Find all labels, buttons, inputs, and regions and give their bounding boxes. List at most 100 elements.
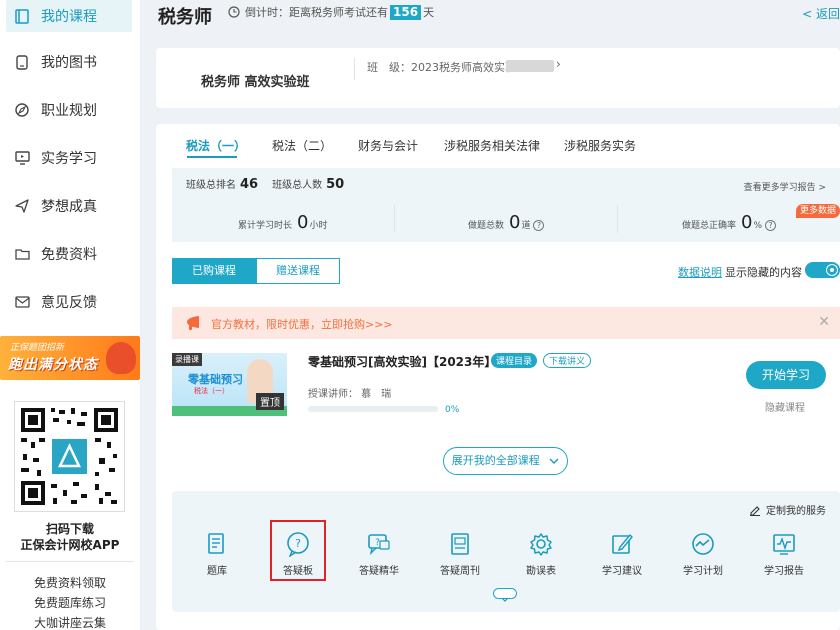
tab-tax-law-2[interactable]: 税法（二） [272,137,332,154]
expand-label: 展开我的全部课程 [451,454,540,467]
sidebar-item-label: 梦想成真 [41,199,97,215]
accuracy-value: 0 [741,212,753,233]
blurred-class-name [506,60,554,72]
sidebar-item-label: 意见反馈 [41,295,97,311]
sidebar-item-label: 实务学习 [41,151,97,167]
service-study-advice[interactable]: 学习建议 [587,531,657,577]
edit-icon [609,531,635,557]
class-selector[interactable]: 班 级：2023税务师高效实验 [367,59,516,75]
sidebar-item-my-books[interactable]: 我的图书 [6,46,132,78]
mail-icon [14,294,30,310]
tab-tax-law-1[interactable]: 税法（一） [186,137,246,154]
sidebar-item-career[interactable]: 职业规划 [6,94,132,126]
help-icon[interactable]: ? [765,220,777,231]
accuracy-label: 做题总正确率 [682,221,737,231]
free-materials-link[interactable]: 免费资料领取 [0,574,140,591]
active-tab-indicator [187,156,237,158]
tab-tax-practice[interactable]: 涉税服务实务 [564,137,636,154]
more-services-toggle[interactable] [493,588,517,602]
service-label: 答疑精华 [359,566,399,577]
customize-services-link[interactable]: 定制我的服务 [749,502,826,517]
countdown-suffix: 天 [423,6,435,19]
class-card: 税务师 高效实验班 班 级：2023税务师高效实验 › [156,48,840,108]
course-teacher: 授课讲师： 慕 瑞 [308,389,392,400]
course-title[interactable]: 零基础预习[高效实验]【2023年】 [308,353,496,370]
mascot-image [106,342,136,374]
sidebar-item-practice[interactable]: 实务学习 [6,142,132,174]
course-catalog-button[interactable]: 课程目录 [491,353,538,368]
svg-text:?: ? [375,538,380,548]
tab-finance-accounting[interactable]: 财务与会计 [358,137,418,154]
promo-line-1: 正保题团招新 [10,343,65,353]
chevron-down-icon [501,597,509,602]
rank-value: 46 [240,177,259,192]
report-icon [771,531,797,557]
accuracy-unit: % [753,221,763,231]
expert-lectures-link[interactable]: 大咖讲座云集 [0,614,140,630]
stats-panel: 班级总排名 46 班级总人数 50 查看更多学习报告 > 累计学习时长 0 小时… [172,168,840,242]
service-question-bank[interactable]: 题库 [182,531,252,577]
study-time-stat: 累计学习时长 0 小时 [238,212,327,233]
more-reports-link[interactable]: 查看更多学习报告 > [744,180,826,193]
service-label: 答疑周刊 [440,566,480,577]
questions-unit: 道 [521,221,531,231]
thumbnail-subtitle: 税法（一） [194,387,229,395]
chevron-right-icon[interactable]: › [556,57,561,71]
back-link[interactable]: < 返回 [802,5,840,22]
download-handout-button[interactable]: 下载讲义 [543,353,592,368]
sidebar-item-label: 免费资料 [41,247,97,263]
sidebar-item-feedback[interactable]: 意见反馈 [6,286,132,318]
service-label: 学习报告 [764,566,804,577]
sidebar-item-dream[interactable]: 梦想成真 [6,190,132,222]
question-bank-icon [204,531,230,557]
clock-icon [228,6,240,18]
start-learning-button[interactable]: 开始学习 [746,361,826,389]
pencil-icon [749,504,761,516]
gifted-courses-button[interactable]: 赠送课程 [256,258,340,284]
class-ranking: 班级总排名 46 班级总人数 50 [186,176,344,192]
questions-label: 做题总数 [468,221,505,231]
service-qa-essence[interactable]: ? 答疑精华 [344,531,414,577]
course-thumbnail[interactable]: 录播课 零基础预习 税法（一） 置顶 [172,353,287,416]
expand-all-courses-button[interactable]: 展开我的全部课程 [443,447,568,475]
megaphone-icon [184,314,202,335]
total-label: 班级总人数 [272,180,323,191]
sidebar-divider [6,561,134,562]
service-label: 学习计划 [683,566,723,577]
sidebar-item-free-materials[interactable]: 免费资料 [6,238,132,270]
pin-top-badge[interactable]: 置顶 [256,393,284,410]
hide-course-link[interactable]: 隐藏课程 [765,399,805,414]
free-question-bank-link[interactable]: 免费题库练习 [0,594,140,611]
promo-banner[interactable]: 正保题团招新 跑出满分状态 [0,336,140,380]
app-root: 我的课程 我的图书 职业规划 实务学习 梦想成真 免费资料 意见反馈 正保题团招… [0,0,840,630]
help-icon[interactable]: ? [533,220,545,231]
data-note-link[interactable]: 数据说明 [678,264,722,280]
sidebar-item-label: 我的图书 [41,55,97,71]
page-title: 税务师 [158,7,212,28]
highlight-box [270,520,326,581]
promo-notice[interactable]: 官方教材，限时优惠，立即抢购>>> ✕ [172,307,840,339]
service-qa-weekly[interactable]: 答疑周刊 [425,531,495,577]
service-errata[interactable]: 勘误表 [506,531,576,577]
sidebar-item-label: 我的课程 [41,9,97,25]
sidebar-item-label: 职业规划 [41,103,97,119]
service-study-report[interactable]: 学习报告 [749,531,819,577]
show-hidden-toggle[interactable] [805,262,840,278]
service-label: 勘误表 [526,566,556,577]
course-panel: 税法（一） 税法（二） 财务与会计 涉税服务相关法律 涉税服务实务 班级总排名 … [156,124,840,630]
total-value: 50 [326,177,345,192]
exam-countdown: 倒计时：距离税务师考试还有 156 天 [228,4,434,20]
service-study-plan[interactable]: 学习计划 [668,531,738,577]
class-name: 税务师 高效实验班 [201,75,310,90]
study-time-unit: 小时 [309,221,328,231]
purchased-courses-button[interactable]: 已购课程 [172,258,256,284]
tab-tax-related-law[interactable]: 涉税服务相关法律 [444,137,540,154]
close-icon[interactable]: ✕ [818,314,830,330]
phone-book-icon [14,54,30,70]
paper-plane-icon [14,198,30,214]
more-data-badge[interactable]: 更多数据 [796,204,840,218]
sidebar-item-my-courses[interactable]: 我的课程 [6,0,132,32]
book-icon [14,8,30,24]
monitor-icon [14,150,30,166]
divider [354,58,355,80]
